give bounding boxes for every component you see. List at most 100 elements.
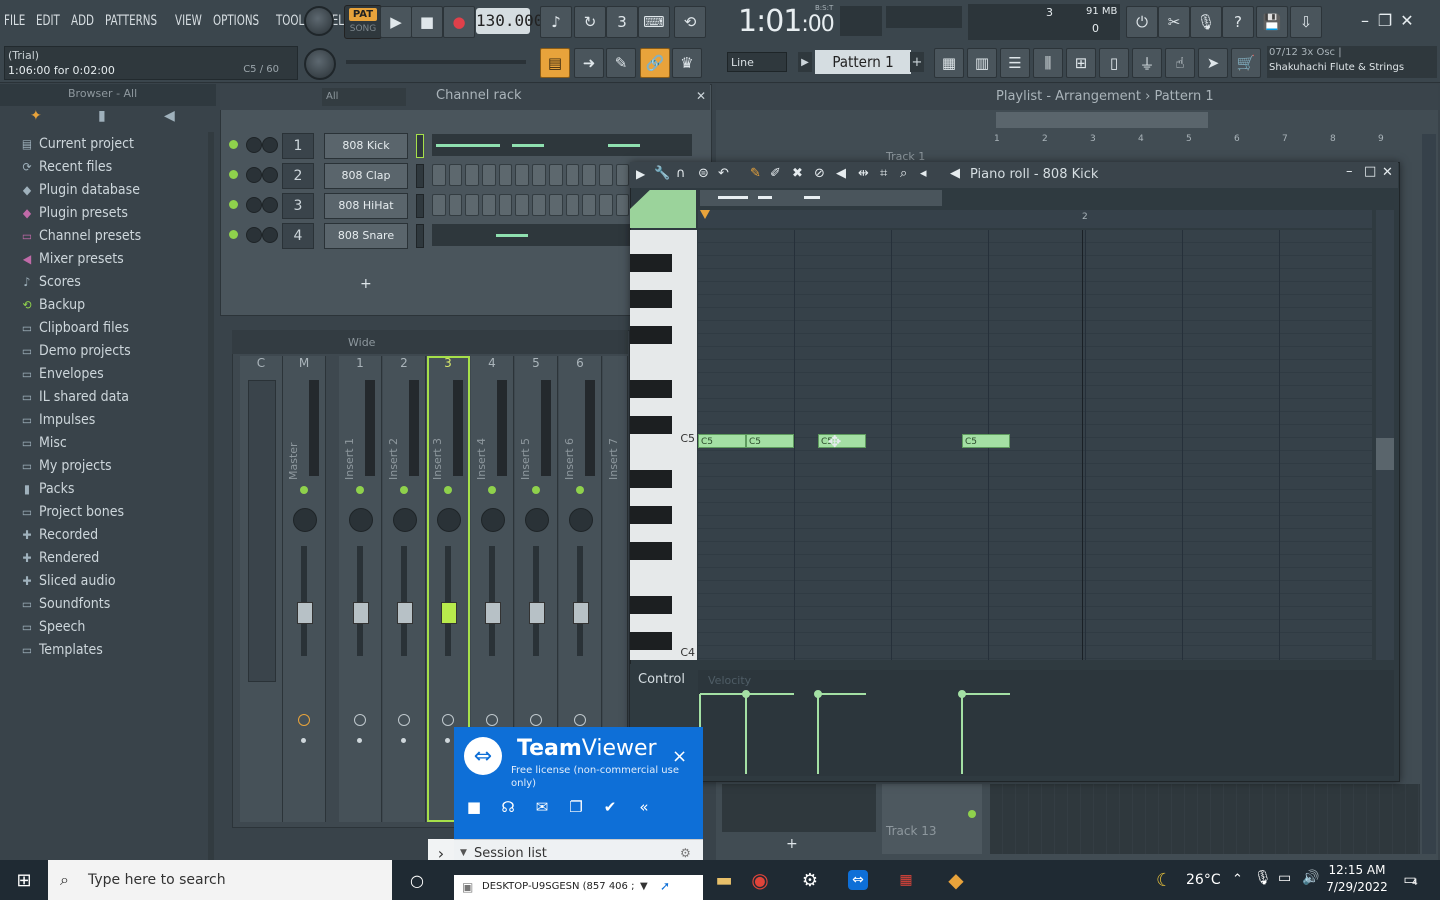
channel-pan-knob[interactable] (246, 167, 262, 183)
browser-item[interactable]: ▭ Templates (0, 638, 210, 661)
save-button[interactable]: 💾 (1256, 6, 1288, 38)
channel-mute-led[interactable] (229, 230, 238, 239)
playlist-track-13[interactable]: Track 13 (882, 784, 982, 854)
volume-fader[interactable] (301, 546, 307, 656)
browser-item[interactable]: ▭ Channel presets (0, 224, 210, 247)
channel-mute-led[interactable] (229, 170, 238, 179)
link-button[interactable]: 🔗 (640, 48, 670, 78)
countdown-button[interactable]: 3 (606, 6, 638, 38)
master-volume-knob[interactable] (304, 6, 334, 36)
fader-handle[interactable] (397, 602, 413, 624)
taskbar-app-files[interactable]: ▬ (704, 862, 744, 898)
playlist-vscroll[interactable] (1422, 134, 1436, 854)
pattern-prev-button[interactable]: ▶ (798, 52, 812, 72)
play-icon[interactable]: ▶ (636, 167, 645, 181)
mixer-track-master[interactable]: M Master (283, 356, 326, 822)
brush-icon[interactable]: ✐ (770, 166, 781, 181)
pan-knob[interactable] (481, 508, 505, 532)
channel-volume-knob[interactable] (262, 227, 278, 243)
project-button[interactable]: ▯ (1099, 48, 1129, 78)
browser-scrollbar[interactable] (208, 132, 214, 860)
track-enable-led[interactable] (532, 486, 540, 494)
playlist-pattern[interactable]: Pattern 1 (1154, 89, 1213, 104)
clock-icon[interactable] (530, 714, 542, 726)
channel-mixer-number[interactable]: 4 (282, 223, 314, 249)
channel-mute-led[interactable] (229, 140, 238, 149)
channel-name-button[interactable]: 808 Kick (324, 133, 408, 159)
menu-patterns[interactable]: PATTERNS (105, 13, 157, 29)
browser-item[interactable]: ▭ Speech (0, 615, 210, 638)
teamviewer-device-row[interactable]: ▣ DESKTOP-U9SGESN (857 406 ; ▼ ➚ (454, 875, 703, 900)
plugin-picker-button[interactable]: ⏚ (1132, 48, 1162, 78)
mixer-preset[interactable]: Wide (348, 336, 375, 349)
online-button[interactable]: ⏻ (1126, 6, 1158, 38)
headset-icon[interactable]: ☊ (498, 798, 518, 816)
view-playlist-button[interactable]: ▤ (540, 48, 570, 78)
pan-knob[interactable] (393, 508, 417, 532)
volume-fader[interactable] (401, 546, 407, 656)
minimize-button[interactable]: – (1356, 10, 1374, 30)
master-pitch-knob[interactable] (304, 48, 336, 80)
snap-selector[interactable]: Line (727, 52, 787, 72)
channel-rack-window-button[interactable]: ☰ (1000, 48, 1030, 78)
browser-item[interactable]: ◆ Plugin presets (0, 201, 210, 224)
playlist-window-button[interactable]: ▦ (934, 48, 964, 78)
add-track-button[interactable]: + (786, 836, 798, 852)
mixer-window-button[interactable]: ⫼ (1033, 48, 1063, 78)
tools-icon[interactable]: ✔ (600, 798, 620, 816)
loop-record-button[interactable]: ⟲ (674, 6, 706, 38)
fader-handle[interactable] (573, 602, 589, 624)
taskbar-app-chrome[interactable]: ◉ (740, 862, 780, 898)
channel-piano-preview[interactable] (432, 134, 692, 156)
piano-roll-ruler[interactable]: 2 (698, 210, 1372, 228)
fader-handle[interactable] (485, 602, 501, 624)
speaker-icon[interactable]: ◀ (164, 108, 175, 124)
channel-pan-knob[interactable] (246, 227, 262, 243)
mic-button[interactable]: 🎙 (1190, 6, 1222, 38)
piano-roll-overview[interactable] (700, 190, 942, 206)
stop-button[interactable]: ■ (411, 6, 443, 38)
send-dot[interactable] (357, 738, 362, 743)
pat-song-toggle[interactable]: PAT SONG (344, 5, 382, 39)
mute-tool-icon[interactable]: ⊘ (814, 166, 825, 181)
clock-icon[interactable] (298, 714, 310, 726)
tools-button[interactable]: ✂ (1158, 6, 1190, 38)
clock-icon[interactable] (486, 714, 498, 726)
maximize-icon[interactable]: □ (1364, 164, 1376, 179)
draw-mode-button[interactable]: ✎ (606, 48, 636, 78)
channel-mixer-number[interactable]: 2 (282, 163, 314, 189)
taskbar-search[interactable]: ⌕ Type here to search (48, 860, 392, 900)
channel-filter-select[interactable]: All (322, 88, 406, 106)
browser-title[interactable]: Browser - All (68, 87, 137, 100)
browser-item[interactable]: ▤ Current project (0, 132, 210, 155)
play-button[interactable]: ▶ (380, 6, 412, 38)
mixer-track-insert-2[interactable]: 2 Insert 2 (383, 356, 426, 822)
clock-icon[interactable] (398, 714, 410, 726)
pencil-icon[interactable]: ✎ (750, 166, 761, 181)
close-icon[interactable]: ✕ (1382, 165, 1393, 180)
channel-volume-knob[interactable] (262, 197, 278, 213)
channel-pan-knob[interactable] (246, 137, 262, 153)
pan-knob[interactable] (293, 508, 317, 532)
sparkle-icon[interactable]: ✦ (30, 108, 42, 124)
browser-item[interactable]: ▭ Misc (0, 431, 210, 454)
export-button[interactable]: ⇩ (1290, 6, 1322, 38)
taskbar-app-settings[interactable]: ⚙ (790, 862, 830, 898)
channel-mute-led[interactable] (229, 200, 238, 209)
playlist-grid[interactable] (990, 784, 1420, 854)
menu-edit[interactable]: EDIT (36, 13, 60, 29)
track-enable-led[interactable] (400, 486, 408, 494)
browser-item[interactable]: ◀ Mixer presets (0, 247, 210, 270)
volume-icon[interactable]: 🔊 (1302, 870, 1319, 886)
pan-knob[interactable] (349, 508, 373, 532)
note[interactable]: C5 (746, 434, 794, 448)
channel-mixer-number[interactable]: 3 (282, 193, 314, 219)
send-dot[interactable] (401, 738, 406, 743)
channel-name-button[interactable]: 808 Clap (324, 163, 408, 189)
playback-icon[interactable]: ◂ (920, 166, 927, 181)
piano-roll-window-button[interactable]: ▥ (967, 48, 997, 78)
weather-moon-icon[interactable]: ☾ (1156, 870, 1172, 891)
add-pattern-button[interactable]: + (910, 52, 924, 72)
magnet-icon[interactable]: ∩ (676, 166, 686, 181)
teamviewer-close-button[interactable]: × (672, 746, 687, 767)
